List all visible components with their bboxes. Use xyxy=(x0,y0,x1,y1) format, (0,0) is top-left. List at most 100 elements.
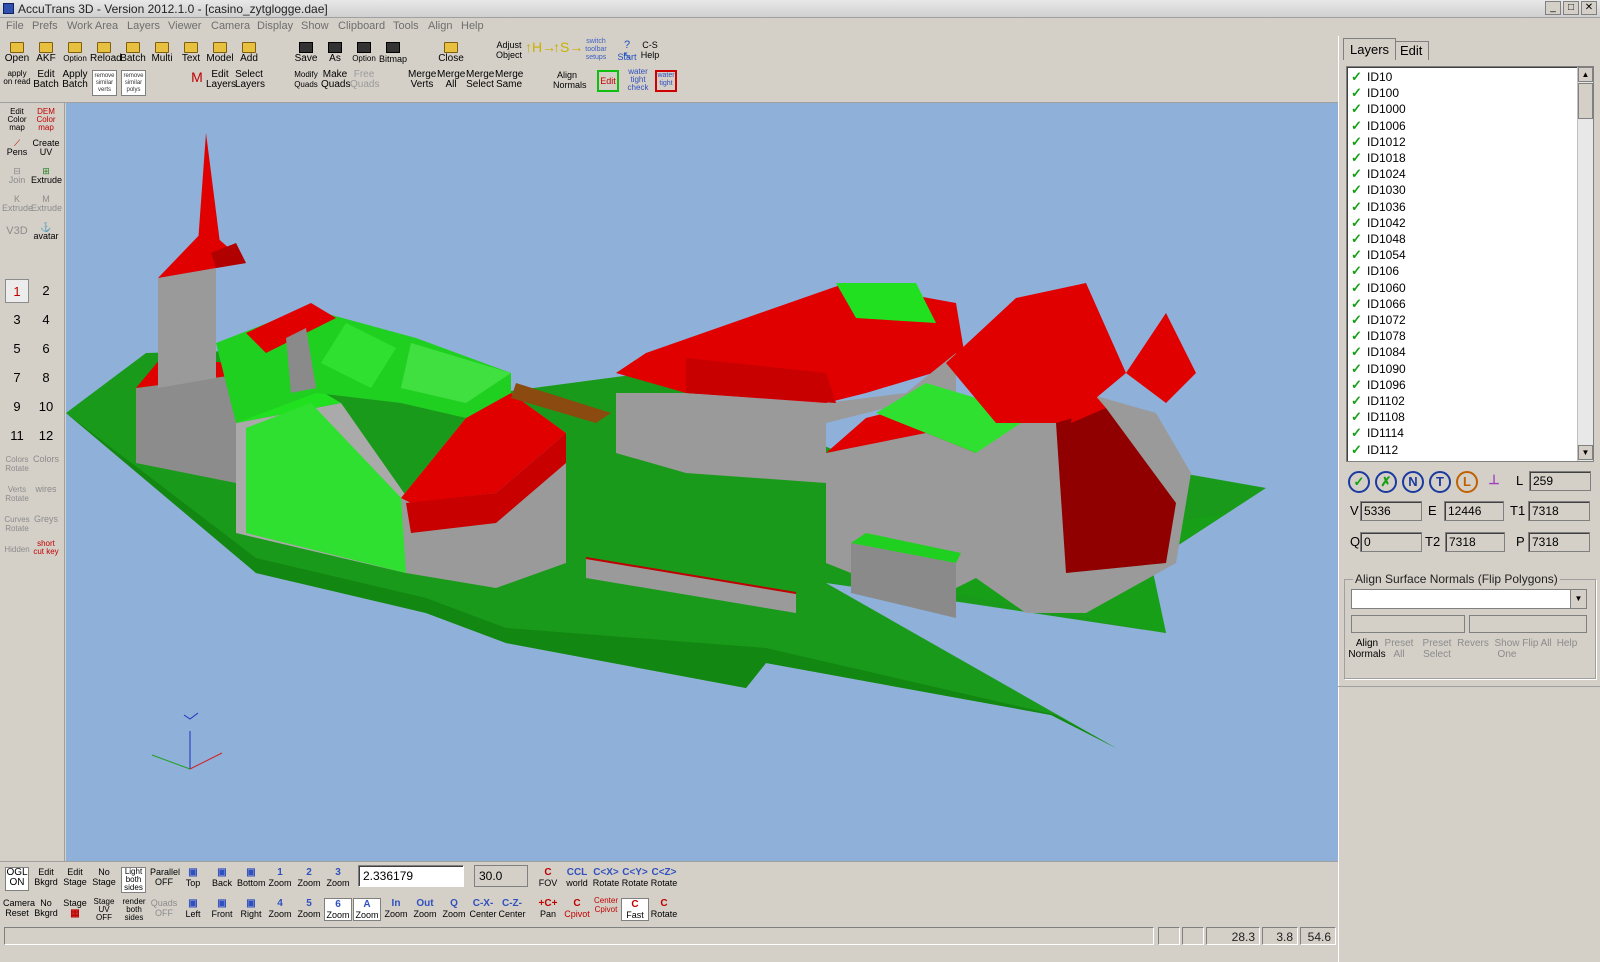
verts-rotate-button[interactable]: Verts Rotate xyxy=(2,485,32,503)
scroll-up-icon[interactable]: ▲ xyxy=(1578,67,1593,82)
menu-camera[interactable]: Camera xyxy=(211,20,250,32)
remove-similar-verts-button[interactable]: remove similar verts xyxy=(92,70,117,96)
normals-select[interactable]: ▼ xyxy=(1351,589,1587,609)
merge-all-button[interactable]: Merge All xyxy=(437,70,465,90)
left-view-button[interactable]: ▣ Left xyxy=(179,898,207,919)
layer-row[interactable]: ✓ ID1072 xyxy=(1351,312,1406,328)
stage-uv-off-button[interactable]: Stage UV OFF xyxy=(90,898,118,922)
dem-color-map-button[interactable]: DEM Color map xyxy=(31,108,61,132)
uncheck-all-button[interactable]: ✗ xyxy=(1375,471,1397,493)
light-both-sides-button[interactable]: Light both sides xyxy=(121,867,146,893)
extrude-button[interactable]: ⊞ Extrude xyxy=(31,167,62,185)
wires-button[interactable]: wires xyxy=(31,485,61,494)
remove-similar-polys-button[interactable]: remove similar polys xyxy=(121,70,146,96)
help-button[interactable]: Help xyxy=(1547,638,1587,649)
back-view-button[interactable]: ▣ Back xyxy=(208,867,236,888)
layer-row[interactable]: ✓ ID1090 xyxy=(1351,361,1406,377)
t-button[interactable]: T xyxy=(1429,471,1451,493)
check-icon[interactable]: ✓ xyxy=(1351,280,1365,296)
check-icon[interactable]: ✓ xyxy=(1351,361,1365,377)
rotate-z-button[interactable]: C<Z> Rotate xyxy=(650,867,678,888)
m-extrude-button[interactable]: M Extrude xyxy=(31,195,62,213)
top-view-button[interactable]: ▣ Top xyxy=(179,867,207,888)
tab-edit[interactable]: Edit xyxy=(1393,41,1430,60)
merge-select-button[interactable]: Merge Select xyxy=(466,70,494,90)
chevron-down-icon[interactable]: ▼ xyxy=(1570,590,1586,608)
modify-quads-button[interactable]: Modify Quads xyxy=(292,70,320,90)
layer-set-7[interactable]: 7 xyxy=(5,366,29,390)
tab-layers[interactable]: Layers xyxy=(1343,38,1397,60)
check-icon[interactable]: ✓ xyxy=(1351,393,1365,409)
layer-row[interactable]: ✓ ID1078 xyxy=(1351,328,1406,344)
edit-layers-button[interactable]: Edit Layers xyxy=(206,70,236,90)
check-icon[interactable]: ✓ xyxy=(1351,166,1365,182)
avatar-button[interactable]: ⚓ avatar xyxy=(31,223,61,241)
rotate-y-button[interactable]: C<Y> Rotate xyxy=(621,867,649,888)
open-button[interactable]: Open xyxy=(3,42,31,64)
layer-row[interactable]: ✓ ID1054 xyxy=(1351,247,1406,263)
layer-row[interactable]: ✓ ID100 xyxy=(1351,85,1399,101)
colors-rotate-button[interactable]: Colors Rotate xyxy=(2,455,32,473)
check-icon[interactable]: ✓ xyxy=(1351,150,1365,166)
normals-field-a[interactable] xyxy=(1351,615,1465,633)
layer-row[interactable]: ✓ ID1096 xyxy=(1351,377,1406,393)
check-icon[interactable]: ✓ xyxy=(1351,85,1365,101)
model-button[interactable]: Model xyxy=(206,42,234,64)
create-uv-button[interactable]: Create UV xyxy=(31,139,61,157)
rotate-x-button[interactable]: C<X> Rotate xyxy=(592,867,620,888)
preset-all-button[interactable]: Preset All xyxy=(1379,638,1419,660)
check-icon[interactable]: ✓ xyxy=(1351,344,1365,360)
check-icon[interactable]: ✓ xyxy=(1351,215,1365,231)
layer-set-4[interactable]: 4 xyxy=(34,308,58,332)
world-button[interactable]: CCL world xyxy=(563,867,591,888)
stage-button[interactable]: Stage ▦ xyxy=(61,898,89,919)
align-normals-button[interactable]: Align Normals xyxy=(553,70,587,90)
check-icon[interactable]: ✓ xyxy=(1351,263,1365,279)
k-extrude-button[interactable]: K Extrude xyxy=(2,195,33,213)
right-view-button[interactable]: ▣ Right xyxy=(237,898,265,919)
check-icon[interactable]: ✓ xyxy=(1351,247,1365,263)
fov-button[interactable]: C FOV xyxy=(534,867,562,888)
check-icon[interactable]: ✓ xyxy=(1351,425,1365,441)
fov-value-field[interactable]: 30.0 xyxy=(474,865,528,887)
make-quads-button[interactable]: Make Quads xyxy=(321,70,350,90)
menu-prefs[interactable]: Prefs xyxy=(32,20,58,32)
layer-set-1[interactable]: 1 xyxy=(5,279,29,303)
menu-layers[interactable]: Layers xyxy=(127,20,160,32)
no-stage-button[interactable]: No Stage xyxy=(90,867,118,887)
save-option-button[interactable]: Option xyxy=(350,42,378,64)
batch-button[interactable]: Batch xyxy=(119,42,147,64)
zoom-4-button[interactable]: 4 Zoom xyxy=(266,898,294,919)
minimize-button[interactable]: _ xyxy=(1545,1,1561,15)
move-h-icon[interactable]: ↑H→ xyxy=(525,40,556,54)
select-layers-button[interactable]: Select Layers xyxy=(235,70,265,90)
layer-row[interactable]: ✓ ID1114 xyxy=(1351,425,1404,441)
apply-batch-button[interactable]: Apply Batch xyxy=(61,70,89,90)
multi-button[interactable]: Multi xyxy=(148,42,176,64)
layer-set-8[interactable]: 8 xyxy=(34,366,58,390)
zoom-a-button[interactable]: A Zoom xyxy=(353,898,381,921)
layer-row[interactable]: ✓ ID1060 xyxy=(1351,280,1406,296)
zoom-2-button[interactable]: 2 Zoom xyxy=(295,867,323,888)
layer-set-10[interactable]: 10 xyxy=(34,395,58,419)
check-icon[interactable]: ✓ xyxy=(1351,377,1365,393)
zoom-value-field[interactable]: 2.336179 xyxy=(358,865,464,887)
text-button[interactable]: Text xyxy=(177,42,205,64)
center-x-button[interactable]: C-X- Center xyxy=(469,898,497,919)
check-icon[interactable]: ✓ xyxy=(1351,328,1365,344)
center-c-pivot-button[interactable]: Center Cpivot xyxy=(592,896,620,914)
switch-toolbar-button[interactable]: switch toolbar setups xyxy=(582,38,610,62)
edit-stage-button[interactable]: Edit Stage xyxy=(61,867,89,887)
layer-row[interactable]: ✓ ID1012 xyxy=(1351,134,1406,150)
layer-row[interactable]: ✓ ID1000 xyxy=(1351,101,1406,117)
layer-set-6[interactable]: 6 xyxy=(34,337,58,361)
layer-row[interactable]: ✓ ID106 xyxy=(1351,263,1399,279)
move-s-icon[interactable]: ↑S→ xyxy=(553,40,583,54)
ogl-on-button[interactable]: OGL ON xyxy=(5,867,29,891)
edit-color-map-button[interactable]: Edit Color map xyxy=(2,108,32,132)
short-cut-key-button[interactable]: short cut key xyxy=(31,540,61,556)
edit-batch-button[interactable]: Edit Batch xyxy=(32,70,60,90)
zoom-3-button[interactable]: 3 Zoom xyxy=(324,867,352,888)
check-icon[interactable]: ✓ xyxy=(1351,409,1365,425)
layer-set-2[interactable]: 2 xyxy=(34,279,58,303)
